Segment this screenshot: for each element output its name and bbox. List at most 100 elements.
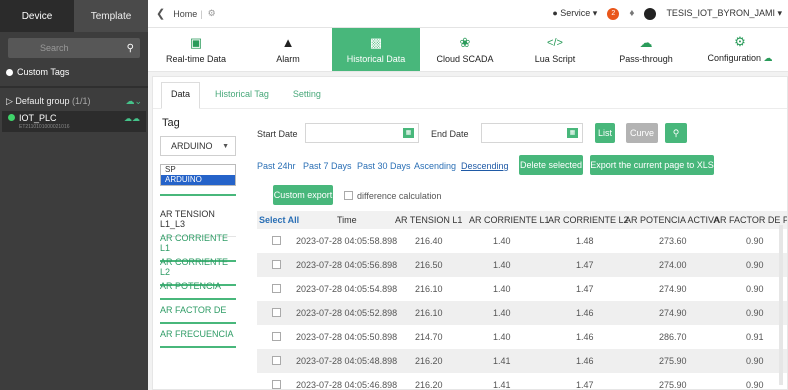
tag-item[interactable]: AR POTENCIA [160,281,236,300]
table-row: 2023-07-28 04:05:48.898 216.20 1.41 1.46… [257,349,787,373]
end-date-label: End Date [431,129,469,139]
calendar-icon[interactable]: ▦ [403,128,414,138]
sort-descending[interactable]: Descending [461,161,509,171]
end-date-input[interactable]: ▦ [481,123,583,143]
breadcrumb-home[interactable]: Home [173,9,197,19]
row-checkbox[interactable] [272,356,281,365]
search-placeholder: Search [40,43,69,53]
tab-device[interactable]: Device [0,0,74,32]
back-icon[interactable]: ❮ [156,7,165,20]
cell-time: 2023-07-28 04:05:50.898 [296,332,398,342]
col-ar-corriente-l2: AR CORRIENTE L2 [548,215,629,225]
cell-time: 2023-07-28 04:05:48.898 [296,356,398,366]
code-icon: </> [547,36,563,49]
device-search-input[interactable]: Search ⚲ [8,38,140,58]
cell-value: 1.46 [576,356,594,366]
range-past-7-days[interactable]: Past 7 Days [303,161,352,171]
export-xls-button[interactable]: Export the current page to XLS [590,155,714,175]
cell-value: 274.90 [659,308,687,318]
nav-cloud-scada[interactable]: ❀ Cloud SCADA [420,28,510,71]
tab-data[interactable]: Data [161,82,201,109]
main-nav: ▣ Real-time Data ▲ Alarm ▩ Historical Da… [148,28,788,72]
user-avatar[interactable] [644,7,657,20]
table-row: 2023-07-28 04:05:54.898 216.10 1.40 1.47… [257,277,787,301]
home-settings-icon[interactable]: ⚙ [208,8,216,19]
cell-value: 274.00 [659,260,687,270]
list-button[interactable]: List [595,123,615,143]
nav-historical-data[interactable]: ▩ Historical Data [332,28,420,71]
cell-value: 0.90 [746,356,764,366]
calendar-icon[interactable]: ▦ [567,128,578,138]
tab-setting[interactable]: Setting [284,89,330,108]
cell-value: 214.70 [415,332,443,342]
cell-value: 1.40 [493,260,511,270]
cell-value: 1.48 [576,236,594,246]
table-scrollbar[interactable] [779,225,783,385]
sort-ascending[interactable]: Ascending [414,161,456,171]
device-group[interactable]: ▷ Default group (1/1) ☁⌄ [0,92,148,111]
start-date-input[interactable]: ▦ [305,123,419,143]
table-header: Select All Time AR TENSION L1 AR CORRIEN… [257,211,787,229]
nav-realtime-data[interactable]: ▣ Real-time Data [148,28,244,71]
select-all-link[interactable]: Select All [259,215,299,225]
cell-value: 275.90 [659,380,687,389]
chart-icon: ▩ [369,34,383,50]
cell-value: 216.10 [415,284,443,294]
cell-time: 2023-07-28 04:05:52.898 [296,308,398,318]
row-checkbox[interactable] [272,332,281,341]
search-icon: ⚲ [672,127,680,138]
service-menu[interactable]: ● Service ▾ [552,8,597,19]
cell-time: 2023-07-28 04:05:58.898 [296,236,398,246]
cell-value: 0.90 [746,236,764,246]
nav-alarm[interactable]: ▲ Alarm [244,28,332,71]
row-checkbox[interactable] [272,308,281,317]
bell-icon[interactable]: ♦ [629,8,634,19]
device-name: IOT_PLC [19,113,57,123]
tag-option-sp[interactable]: SP [161,165,235,175]
cell-value: 275.90 [659,356,687,366]
search-button[interactable]: ⚲ [665,123,687,143]
tag-option-arduino[interactable]: ARDUINO [161,175,235,185]
notification-badge[interactable]: 2 [607,7,620,20]
custom-export-button[interactable]: Custom export [273,185,333,205]
nav-configuration[interactable]: ⚙ Configuration ☁ [692,28,788,71]
row-checkbox[interactable] [272,380,281,389]
cell-value: 0.90 [746,380,764,389]
device-item-iot-plc[interactable]: IOT_PLC ☁☁ ET2110101000021016 [2,111,146,132]
search-icon[interactable]: ⚲ [127,43,134,54]
user-menu[interactable]: TESIS_IOT_BYRON_JAMI ▾ [666,8,782,19]
nav-lua-script[interactable]: </> Lua Script [510,28,600,71]
breadcrumb-separator: | [200,8,203,19]
group-label: ▷ Default group (1/1) [6,96,91,106]
curve-button[interactable]: Curve [626,123,658,143]
sub-tabs: Data Historical Tag Setting [153,77,787,109]
cell-value: 1.41 [493,380,511,389]
row-checkbox[interactable] [272,260,281,269]
tab-template[interactable]: Template [74,0,148,32]
tag-select[interactable]: ARDUINO ▼ [160,136,236,156]
device-serial: ET2110101000021016 [19,124,70,130]
row-checkbox[interactable] [272,236,281,245]
table-row: 2023-07-28 04:05:58.898 216.40 1.40 1.48… [257,229,787,253]
tag-label: Tag [162,117,180,129]
nav-pass-through[interactable]: ☁ Pass-through [600,28,692,71]
difference-checkbox[interactable] [344,191,353,200]
custom-tags-item[interactable]: Custom Tags [6,62,142,82]
tag-item[interactable]: AR FRECUENCIA [160,329,236,348]
range-past-30-days[interactable]: Past 30 Days [357,161,411,171]
cloud-icon: ☁ [639,34,653,50]
custom-tags-label: Custom Tags [17,67,70,77]
table-row: 2023-07-28 04:05:52.898 216.10 1.40 1.46… [257,301,787,325]
custom-tags-icon [6,68,13,76]
tag-item[interactable]: AR FACTOR DE [160,305,236,324]
col-ar-tension-l1: AR TENSION L1 [395,215,463,225]
online-status-icon [8,114,15,121]
tab-historical-tag[interactable]: Historical Tag [206,89,278,108]
col-ar-factor-de-potencia: AR FACTOR DE POTE [714,215,787,225]
row-checkbox[interactable] [272,284,281,293]
cell-value: 0.90 [746,308,764,318]
range-past-24hr[interactable]: Past 24hr [257,161,296,171]
cell-time: 2023-07-28 04:05:54.898 [296,284,398,294]
cell-value: 274.90 [659,284,687,294]
delete-selected-button[interactable]: Delete selected [519,155,583,175]
